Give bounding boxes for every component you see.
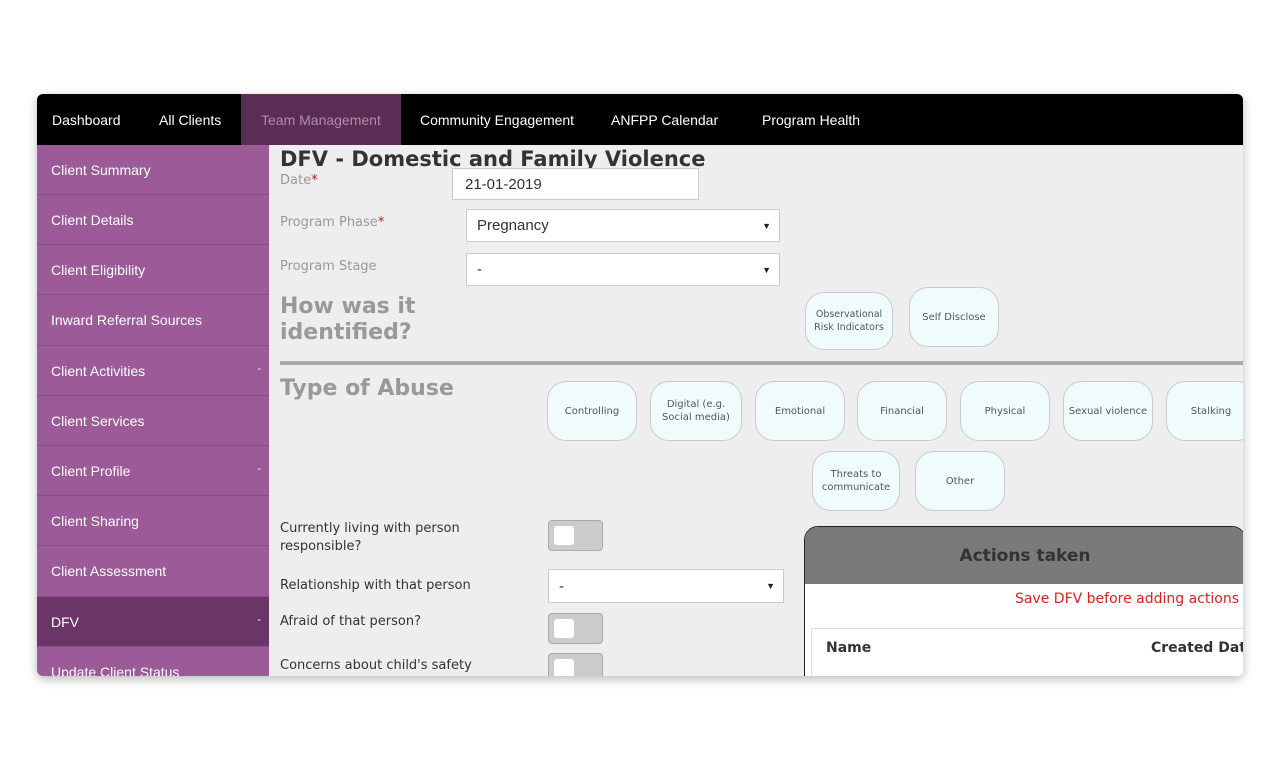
sidebar-item-label: Client Summary [51,161,151,178]
section-divider [280,361,1243,365]
sidebar-item-client-services[interactable]: Client Services [37,396,269,446]
nav-community-engagement[interactable]: Community Engagement [401,94,591,145]
living-with-label: Currently living with person responsible? [280,521,460,554]
sidebar-item-label: Client Details [51,211,134,228]
program-phase-select[interactable]: Pregnancy ▼ [466,209,780,242]
sidebar-item-client-sharing[interactable]: Client Sharing [37,496,269,546]
program-stage-label: Program Stage [280,259,377,274]
nav-program-health[interactable]: Program Health [743,94,893,145]
program-stage-select[interactable]: - ▼ [466,253,780,286]
column-header-created-date: Created Date [1151,640,1243,656]
required-marker: * [311,173,318,188]
toggle-knob [554,526,574,545]
afraid-toggle[interactable] [548,613,603,644]
abuse-heading: Type of Abuse [280,376,454,401]
nav-team-management[interactable]: Team Management [241,94,401,145]
sidebar-item-client-profile[interactable]: Client Profile - [37,446,269,496]
sidebar-item-label: DFV [51,613,79,630]
option-controlling[interactable]: Controlling [547,381,637,441]
actions-panel: Actions taken Save DFV before adding act… [804,526,1243,676]
relationship-label: Relationship with that person [280,578,471,593]
sidebar-item-label: Inward Referral Sources [51,312,202,328]
toggle-knob [554,619,574,638]
required-marker: * [377,215,385,230]
sidebar: Client Summary Client Details Client Eli… [37,145,269,676]
option-observational-risk-indicators[interactable]: Observational Risk Indicators [805,292,893,350]
minus-icon: - [257,614,261,626]
option-emotional[interactable]: Emotional [755,381,845,441]
program-stage-value: - [477,261,482,278]
sidebar-item-client-eligibility[interactable]: Client Eligibility [37,245,269,295]
option-physical[interactable]: Physical [960,381,1050,441]
caret-down-icon: ▼ [762,221,771,231]
sidebar-item-client-activities[interactable]: Client Activities - [37,346,269,396]
app-window: Dashboard All Clients Team Management Co… [37,94,1243,676]
option-digital[interactable]: Digital (e.g. Social media) [650,381,742,441]
sidebar-item-inward-referral-sources[interactable]: Inward Referral Sources [37,295,269,346]
actions-warning: Save DFV before adding actions [1014,591,1239,607]
identified-heading: How was it identified? [280,294,416,345]
actions-table: Name Created Date [811,628,1243,676]
sidebar-item-label: Client Services [51,412,145,429]
date-label: Date* [280,173,318,188]
minus-icon: - [257,463,261,475]
top-nav: Dashboard All Clients Team Management Co… [37,94,1243,145]
child-safety-toggle[interactable] [548,653,603,676]
sidebar-item-label: Client Sharing [51,512,139,529]
relationship-select[interactable]: - ▼ [548,569,784,603]
option-sexual-violence[interactable]: Sexual violence [1063,381,1153,441]
nav-anfpp-calendar[interactable]: ANFPP Calendar [591,94,743,145]
living-with-toggle[interactable] [548,520,603,551]
toggle-knob [554,659,574,676]
sidebar-item-label: Client Profile [51,462,131,479]
afraid-label: Afraid of that person? [280,614,421,629]
program-phase-label: Program Phase* [280,215,385,230]
option-other[interactable]: Other [915,451,1005,511]
option-self-disclose[interactable]: Self Disclose [909,287,999,347]
relationship-value: - [559,577,564,595]
sidebar-item-client-details[interactable]: Client Details [37,195,269,245]
sidebar-item-client-assessment[interactable]: Client Assessment [37,546,269,597]
program-phase-value: Pregnancy [477,217,549,234]
nav-dashboard[interactable]: Dashboard [37,94,148,145]
option-threats-to-communicate[interactable]: Threats to communicate [812,451,900,511]
date-input[interactable]: 21-01-2019 [452,168,699,200]
sidebar-item-update-client-status[interactable]: Update Client Status [37,647,269,677]
sidebar-item-label: Update Client Status [51,663,180,677]
sidebar-item-dfv[interactable]: DFV - [37,597,269,647]
child-safety-label: Concerns about child's safety [280,658,472,673]
actions-title: Actions taken [805,527,1243,584]
minus-icon: - [257,363,261,375]
column-header-name: Name [826,640,872,656]
option-financial[interactable]: Financial [857,381,947,441]
nav-all-clients[interactable]: All Clients [148,94,241,145]
option-stalking[interactable]: Stalking [1166,381,1243,441]
sidebar-item-label: Client Eligibility [51,261,146,278]
sidebar-item-label: Client Activities [51,362,146,379]
caret-down-icon: ▼ [762,265,771,275]
main-content: DFV - Domestic and Family Violence Date*… [269,145,1243,676]
sidebar-item-client-summary[interactable]: Client Summary [37,145,269,195]
sidebar-item-label: Client Assessment [51,563,167,579]
caret-down-icon: ▼ [766,581,775,591]
